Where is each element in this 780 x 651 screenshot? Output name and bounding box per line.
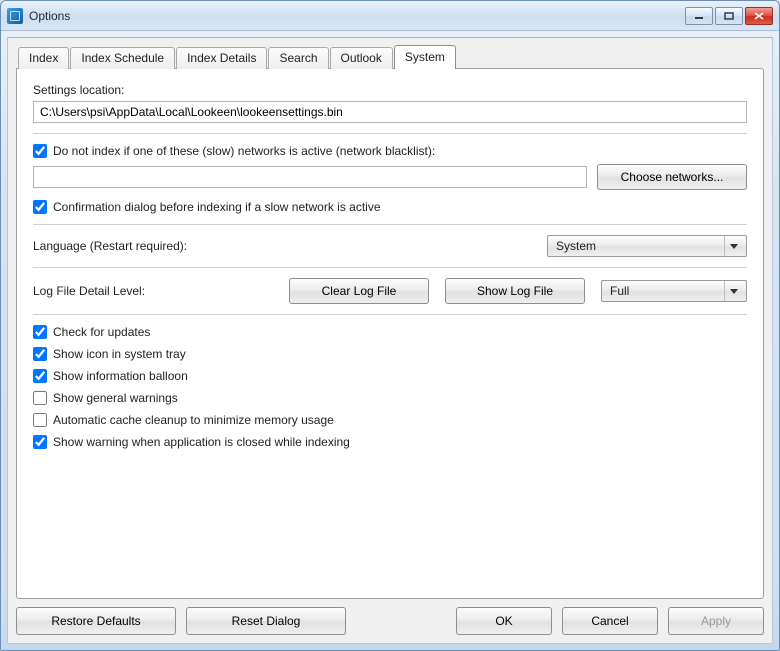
settings-location-input[interactable]: [33, 101, 747, 123]
cache-cleanup-label: Automatic cache cleanup to minimize memo…: [53, 413, 334, 427]
choose-networks-button[interactable]: Choose networks...: [597, 164, 747, 190]
tabstrip: Index Index Schedule Index Details Searc…: [16, 44, 764, 68]
client-area: Index Index Schedule Index Details Searc…: [7, 37, 773, 644]
maximize-button[interactable]: [715, 7, 743, 25]
balloon-checkbox[interactable]: [33, 369, 47, 383]
confirm-checkbox-label: Confirmation dialog before indexing if a…: [53, 200, 381, 214]
ok-button[interactable]: OK: [456, 607, 552, 635]
titlebar: Options: [1, 1, 779, 31]
settings-location-label: Settings location:: [33, 83, 747, 97]
show-log-button[interactable]: Show Log File: [445, 278, 585, 304]
cache-cleanup-checkbox[interactable]: [33, 413, 47, 427]
general-warnings-label: Show general warnings: [53, 391, 178, 405]
close-button[interactable]: [745, 7, 773, 25]
confirm-checkbox[interactable]: [33, 200, 47, 214]
clear-log-button[interactable]: Clear Log File: [289, 278, 429, 304]
blacklist-checkbox-label: Do not index if one of these (slow) netw…: [53, 144, 435, 158]
warn-close-indexing-checkbox[interactable]: [33, 435, 47, 449]
check-updates-label: Check for updates: [53, 325, 150, 339]
blacklist-checkbox[interactable]: [33, 144, 47, 158]
minimize-button[interactable]: [685, 7, 713, 25]
window-title: Options: [29, 9, 70, 23]
separator: [33, 133, 747, 134]
separator: [33, 224, 747, 225]
tab-search[interactable]: Search: [268, 47, 328, 69]
apply-button[interactable]: Apply: [668, 607, 764, 635]
log-level-label: Log File Detail Level:: [33, 284, 273, 298]
maximize-icon: [724, 12, 734, 20]
chevron-down-icon: [724, 281, 742, 301]
minimize-icon: [694, 12, 704, 20]
balloon-label: Show information balloon: [53, 369, 188, 383]
log-level-select-value: Full: [610, 284, 629, 298]
language-select-value: System: [556, 239, 596, 253]
reset-dialog-button[interactable]: Reset Dialog: [186, 607, 346, 635]
options-window: Options Index Index Schedule Index Detai…: [0, 0, 780, 651]
systray-label: Show icon in system tray: [53, 347, 186, 361]
check-updates-checkbox[interactable]: [33, 325, 47, 339]
dialog-button-bar: Restore Defaults Reset Dialog OK Cancel …: [16, 599, 764, 635]
tab-index[interactable]: Index: [18, 47, 69, 69]
app-icon: [7, 8, 23, 24]
language-select[interactable]: System: [547, 235, 747, 257]
tab-index-schedule[interactable]: Index Schedule: [70, 47, 175, 69]
log-level-select[interactable]: Full: [601, 280, 747, 302]
separator: [33, 314, 747, 315]
close-icon: [754, 12, 764, 20]
window-controls: [685, 7, 773, 25]
separator: [33, 267, 747, 268]
tab-index-details[interactable]: Index Details: [176, 47, 267, 69]
tab-system[interactable]: System: [394, 45, 456, 69]
blacklist-input[interactable]: [33, 166, 587, 188]
tabpage-system: Settings location: Do not index if one o…: [16, 68, 764, 599]
cancel-button[interactable]: Cancel: [562, 607, 658, 635]
general-warnings-checkbox[interactable]: [33, 391, 47, 405]
systray-checkbox[interactable]: [33, 347, 47, 361]
tab-outlook[interactable]: Outlook: [330, 47, 393, 69]
checks-group: Check for updates Show icon in system tr…: [33, 325, 747, 449]
restore-defaults-button[interactable]: Restore Defaults: [16, 607, 176, 635]
language-label: Language (Restart required):: [33, 239, 187, 253]
warn-close-indexing-label: Show warning when application is closed …: [53, 435, 350, 449]
chevron-down-icon: [724, 236, 742, 256]
